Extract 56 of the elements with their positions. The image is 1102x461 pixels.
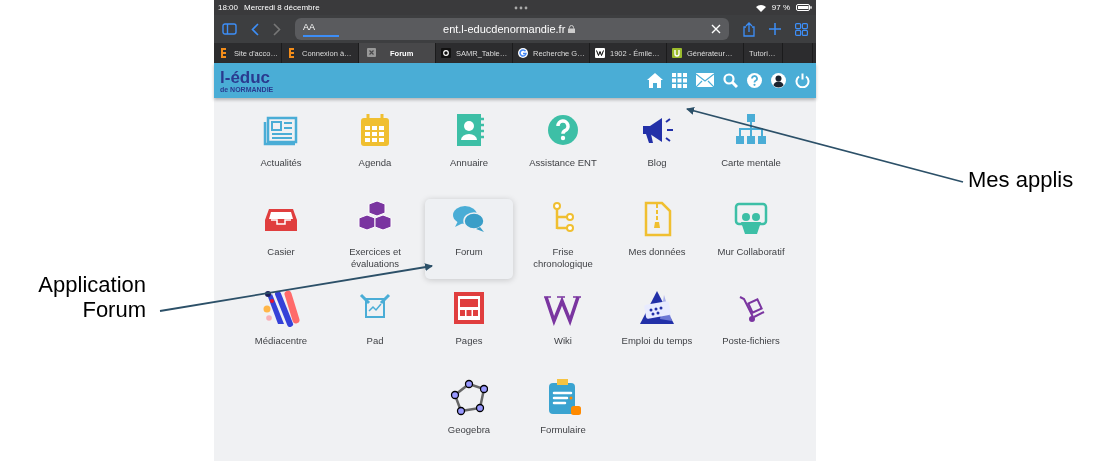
polygon-points-icon — [450, 378, 488, 416]
app-tile[interactable]: Formulaire — [516, 373, 610, 461]
share-icon[interactable] — [743, 21, 755, 37]
app-tile[interactable]: Mes données — [610, 195, 704, 283]
address-bar[interactable]: AA ent.l-educdenormandie.fr — [295, 18, 729, 41]
app-tile[interactable]: Blog — [610, 106, 704, 194]
url-text: ent.l-educdenormandie.fr — [443, 21, 566, 37]
app-tile[interactable]: Agenda — [328, 106, 422, 194]
letter-m-icon — [262, 289, 300, 327]
app-tile[interactable]: Exercices et évaluations — [328, 195, 422, 283]
power-icon[interactable] — [795, 73, 810, 89]
app-tile[interactable]: Annuaire — [422, 106, 516, 194]
back-icon[interactable] — [251, 22, 259, 36]
plus-icon[interactable] — [769, 23, 781, 36]
annotation-label: Mes applis — [968, 167, 1075, 193]
sidebar-icon[interactable] — [222, 23, 237, 36]
app-tile[interactable]: Forum — [425, 199, 513, 279]
app-tile[interactable]: Assistance ENT — [516, 106, 610, 194]
wifi-icon — [755, 3, 766, 12]
app-tile[interactable]: Geogebra — [422, 373, 516, 461]
app-tile[interactable]: Carte mentale — [704, 106, 798, 194]
app-tile[interactable]: Wiki — [516, 284, 610, 372]
flame-icon — [287, 48, 297, 59]
user-icon[interactable] — [771, 73, 786, 89]
help-icon[interactable] — [747, 73, 762, 89]
letter-q-icon — [441, 48, 451, 59]
flame-icon — [219, 48, 229, 59]
close-icon[interactable] — [711, 24, 721, 35]
forward-icon[interactable] — [273, 22, 281, 36]
home-icon[interactable] — [647, 73, 663, 89]
app-tile[interactable]: Pages — [422, 284, 516, 372]
triangle-calendar-icon — [638, 289, 676, 327]
app-tile[interactable]: Poste-fichiers — [704, 284, 798, 372]
app-tile[interactable]: Actualités — [234, 106, 328, 194]
app-tile[interactable]: Mur Collaboratif — [704, 195, 798, 283]
text-size-button[interactable]: AA — [303, 21, 339, 37]
apps-grid-icon[interactable] — [672, 73, 687, 89]
status-date: Mercredi 8 décembre — [244, 1, 320, 14]
app-tile[interactable]: Frise chronologique — [516, 195, 610, 283]
app-tile[interactable]: Pad — [328, 284, 422, 372]
letter-w-icon — [595, 48, 605, 59]
close-square-icon — [367, 48, 377, 59]
more-dots-icon — [513, 5, 528, 10]
app-tile[interactable]: Médiacentre — [234, 284, 328, 372]
app-tile[interactable]: Emploi du temps — [610, 284, 704, 372]
status-time: 18:00 — [218, 1, 239, 14]
annotation-label: Application Forum — [37, 272, 146, 323]
letter-u-icon — [672, 48, 682, 59]
lock-icon — [568, 25, 576, 34]
search-icon[interactable] — [723, 73, 738, 89]
app-tile[interactable]: Casier — [234, 195, 328, 283]
tabs-grid-icon[interactable] — [795, 22, 808, 36]
battery-icon — [796, 4, 812, 12]
battery-percentage: 97 % — [771, 1, 790, 14]
mail-icon[interactable] — [696, 73, 714, 88]
g-logo-icon — [518, 48, 528, 59]
